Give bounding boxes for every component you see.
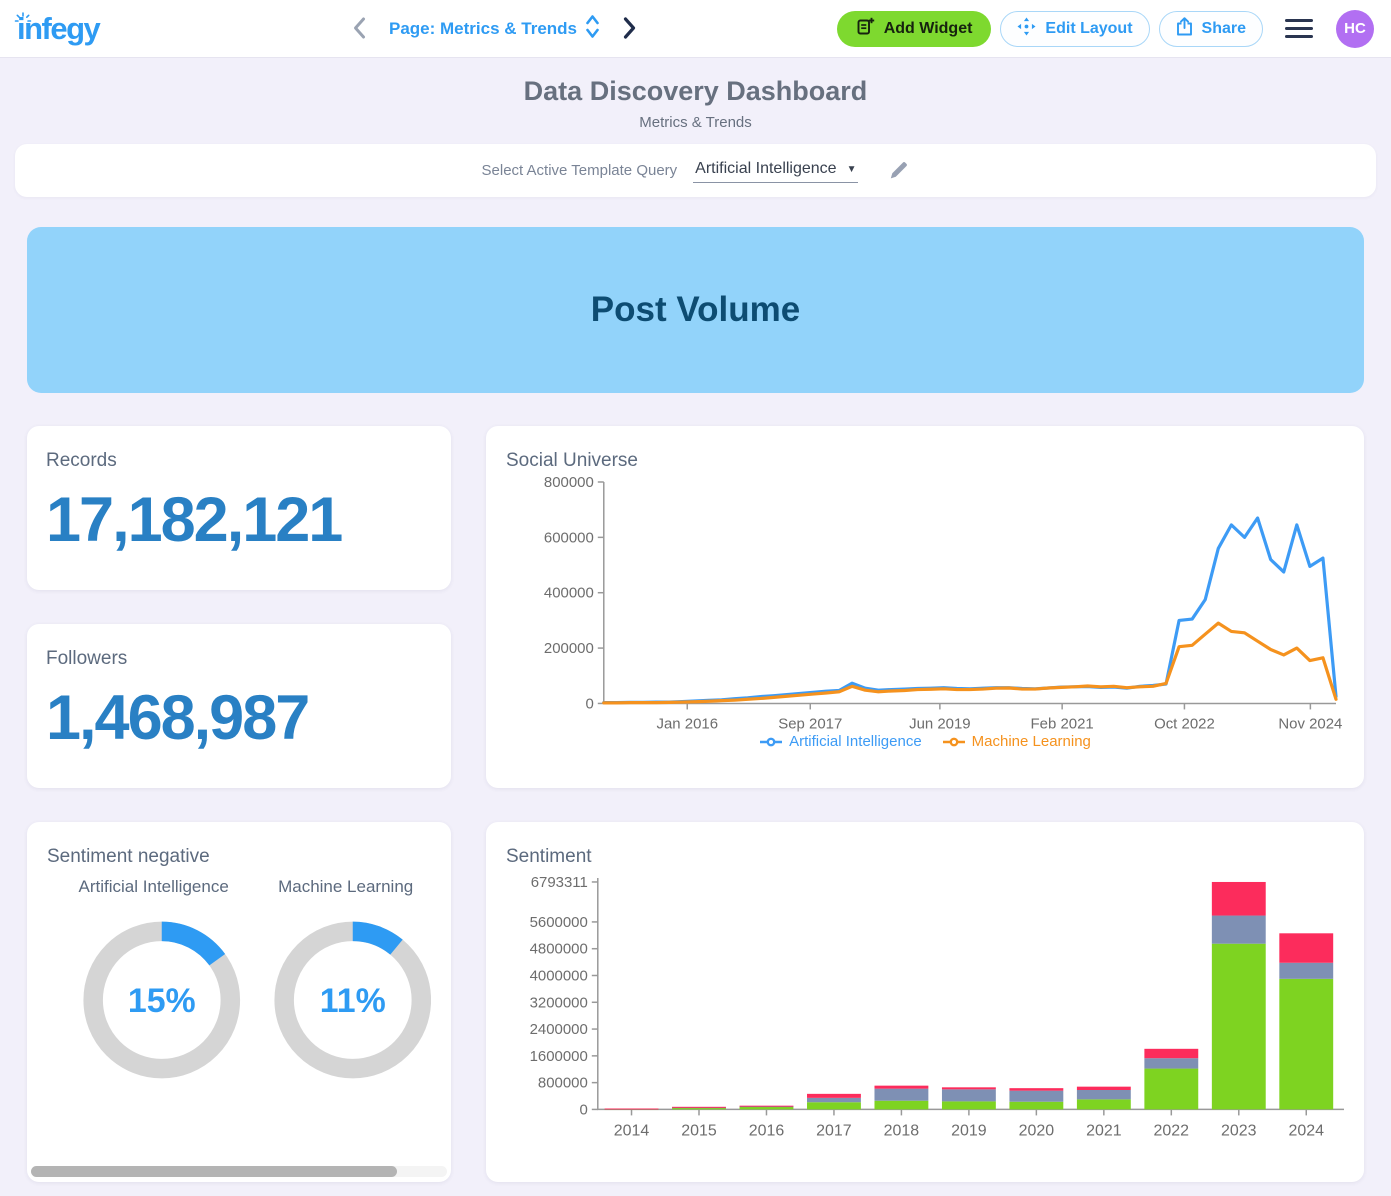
add-widget-icon	[856, 17, 875, 41]
edit-layout-label: Edit Layout	[1045, 20, 1132, 38]
legend-item[interactable]: Artificial Intelligence	[759, 733, 922, 750]
template-query-select[interactable]: Artificial Intelligence ▼	[693, 158, 858, 183]
svg-text:800000: 800000	[544, 476, 594, 491]
next-page-button[interactable]	[622, 16, 637, 43]
svg-text:Jan 2016: Jan 2016	[656, 715, 718, 732]
page-nav: Page: Metrics & Trends	[352, 0, 637, 58]
avatar[interactable]: HC	[1336, 10, 1374, 48]
sentiment-card: Sentiment 0 800000 1600000 2400000 3200000 40…	[486, 822, 1364, 1182]
svg-text:Feb 2021: Feb 2021	[1031, 715, 1094, 732]
svg-text:0: 0	[585, 695, 593, 712]
records-label: Records	[46, 450, 432, 472]
svg-text:2018: 2018	[884, 1122, 920, 1139]
svg-text:800000: 800000	[538, 1075, 588, 1092]
svg-text:1600000: 1600000	[530, 1048, 588, 1065]
svg-text:Nov 2024: Nov 2024	[1278, 715, 1342, 732]
donut-chart-ml: 11%	[274, 907, 432, 1093]
top-actions: Add Widget Edit Layout Share	[837, 10, 1374, 48]
svg-text:2022: 2022	[1154, 1122, 1190, 1139]
edit-layout-button[interactable]: Edit Layout	[1000, 11, 1149, 47]
donut-labels: Artificial Intelligence Machine Learning	[47, 877, 431, 897]
add-widget-label: Add Widget	[884, 20, 973, 38]
template-query-bar: Select Active Template Query Artificial …	[15, 144, 1376, 197]
svg-text:Oct 2022: Oct 2022	[1154, 715, 1215, 732]
sentiment-title: Sentiment	[506, 846, 1344, 868]
svg-text:6793311: 6793311	[531, 874, 588, 891]
svg-text:2017: 2017	[816, 1122, 852, 1139]
svg-text:5600000: 5600000	[530, 914, 588, 931]
post-volume-banner: Post Volume	[27, 227, 1364, 393]
records-value: 17,182,121	[46, 484, 432, 556]
svg-text:2020: 2020	[1019, 1122, 1055, 1139]
followers-card: Followers 1,468,987	[27, 624, 451, 788]
title-block: Data Discovery Dashboard Metrics & Trend…	[0, 58, 1391, 131]
svg-text:11%: 11%	[319, 982, 385, 1020]
logo[interactable]: infegy	[17, 13, 99, 44]
svg-text:4800000: 4800000	[530, 941, 588, 958]
pencil-icon	[888, 160, 909, 181]
page-selector[interactable]: Page: Metrics & Trends	[389, 13, 600, 45]
svg-text:0: 0	[579, 1101, 587, 1118]
sentiment-negative-card: Sentiment negative Artificial Intelligen…	[27, 822, 451, 1182]
followers-label: Followers	[46, 648, 432, 670]
logo-bulb-icon	[14, 4, 32, 35]
top-bar: infegy Page: Metrics & Trends	[0, 0, 1391, 58]
svg-text:2024: 2024	[1289, 1122, 1325, 1139]
dashboard-grid: Records 17,182,121 Followers 1,468,987 S…	[0, 393, 1391, 1182]
records-card: Records 17,182,121	[27, 426, 451, 590]
prev-page-button[interactable]	[352, 16, 367, 43]
legend-item[interactable]: Machine Learning	[942, 733, 1091, 750]
template-query-value: Artificial Intelligence	[695, 160, 836, 178]
chevron-right-icon	[622, 16, 637, 43]
share-icon	[1176, 17, 1193, 41]
page-title: Data Discovery Dashboard	[0, 76, 1391, 107]
donut-chart-ai: 15%	[83, 907, 241, 1093]
donut-label-ai: Artificial Intelligence	[47, 877, 260, 897]
followers-value: 1,468,987	[46, 682, 432, 754]
svg-text:Sep 2017: Sep 2017	[778, 715, 842, 732]
svg-text:15%: 15%	[128, 982, 196, 1020]
sentiment-chart: 0 800000 1600000 2400000 3200000 4000000 48000…	[506, 870, 1344, 1141]
svg-text:2015: 2015	[681, 1122, 717, 1139]
post-volume-text: Post Volume	[591, 290, 800, 330]
svg-text:3200000: 3200000	[530, 994, 588, 1011]
svg-text:2023: 2023	[1221, 1122, 1257, 1139]
svg-text:600000: 600000	[544, 529, 594, 546]
page-sort-icon	[585, 13, 600, 45]
svg-text:2019: 2019	[951, 1122, 987, 1139]
horizontal-scrollbar	[31, 1166, 447, 1177]
metric-cards: Records 17,182,121 Followers 1,468,987	[27, 426, 451, 788]
share-label: Share	[1202, 20, 1246, 38]
page-selector-label: Page: Metrics & Trends	[389, 19, 577, 39]
donut-label-ml: Machine Learning	[260, 877, 431, 897]
social-universe-legend: Artificial Intelligence Machine Learning	[506, 733, 1344, 750]
chevron-down-icon: ▼	[847, 164, 857, 175]
share-button[interactable]: Share	[1159, 11, 1263, 47]
chevron-left-icon	[352, 16, 367, 43]
add-widget-button[interactable]: Add Widget	[837, 11, 992, 47]
svg-text:400000: 400000	[544, 585, 594, 602]
move-icon	[1017, 17, 1036, 41]
page-subtitle: Metrics & Trends	[0, 114, 1391, 131]
social-universe-chart: 0 200000 400000 600000 800000 Jan 2016 Sep 201…	[506, 476, 1344, 733]
scrollbar-thumb[interactable]	[31, 1166, 397, 1177]
svg-text:2400000: 2400000	[530, 1021, 588, 1038]
svg-text:2021: 2021	[1086, 1122, 1122, 1139]
svg-text:4000000: 4000000	[530, 967, 588, 984]
social-universe-title: Social Universe	[506, 450, 1344, 472]
social-universe-card: Social Universe 0 200000 400000 600000 80000…	[486, 426, 1364, 788]
donut-row: 15% 11%	[47, 907, 431, 1093]
menu-button[interactable]	[1277, 13, 1321, 45]
sentiment-negative-title: Sentiment negative	[47, 846, 431, 868]
template-query-label: Select Active Template Query	[482, 162, 678, 179]
svg-text:Jun 2019: Jun 2019	[909, 715, 971, 732]
svg-text:2016: 2016	[749, 1122, 785, 1139]
edit-query-button[interactable]	[888, 160, 909, 181]
svg-text:200000: 200000	[544, 640, 594, 657]
svg-text:2014: 2014	[614, 1122, 650, 1139]
